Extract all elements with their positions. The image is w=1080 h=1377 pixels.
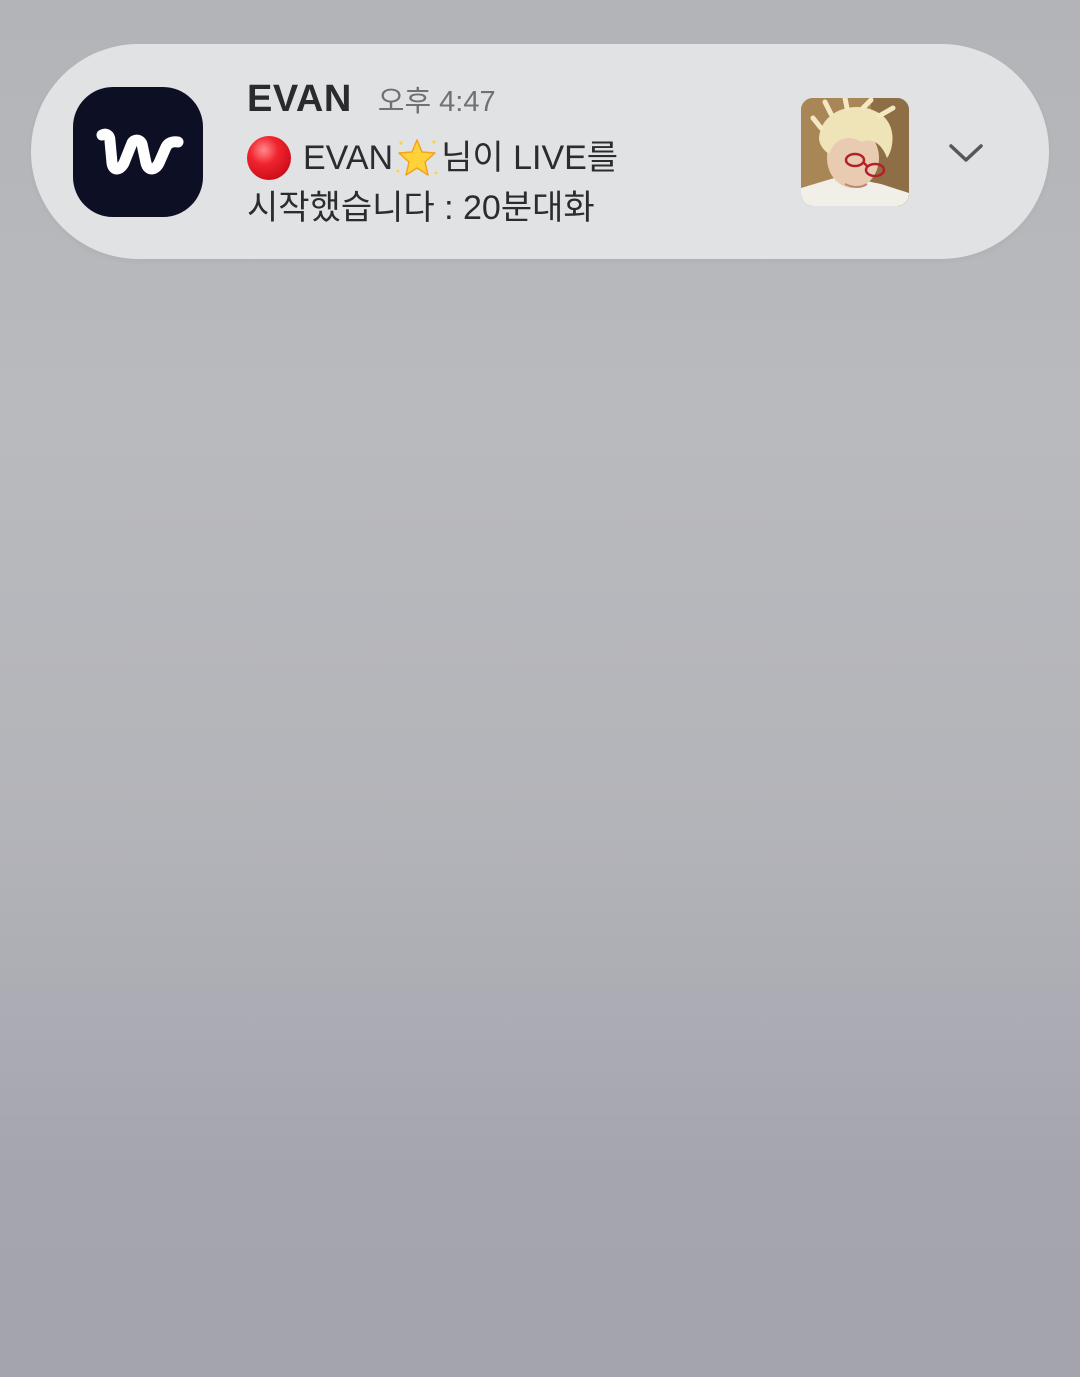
notification-message: EVAN 님이 LIVE를 시작했습니다 : 20분대화 — [247, 133, 787, 233]
red-circle-icon — [247, 136, 291, 180]
profile-photo — [801, 98, 909, 206]
message-line-1-text: 님이 LIVE를 — [441, 139, 619, 177]
glowing-star-icon — [396, 139, 438, 176]
weverse-logo-icon — [73, 87, 203, 217]
message-line-2: 시작했습니다 : 20분대화 — [247, 189, 595, 227]
notification-header: EVAN 오후 4:47 — [247, 78, 496, 128]
notification-card[interactable]: EVAN 오후 4:47 EVAN 님이 LIVE를 시작했습니다 : 20분대… — [31, 44, 1049, 259]
chevron-down-icon — [949, 144, 983, 162]
app-name: EVAN — [247, 78, 352, 120]
streamer-name: EVAN — [303, 139, 394, 177]
timestamp: 오후 4:47 — [377, 86, 496, 118]
expand-button[interactable] — [943, 130, 989, 176]
message-line-1: EVAN 님이 LIVE를 — [247, 133, 787, 183]
